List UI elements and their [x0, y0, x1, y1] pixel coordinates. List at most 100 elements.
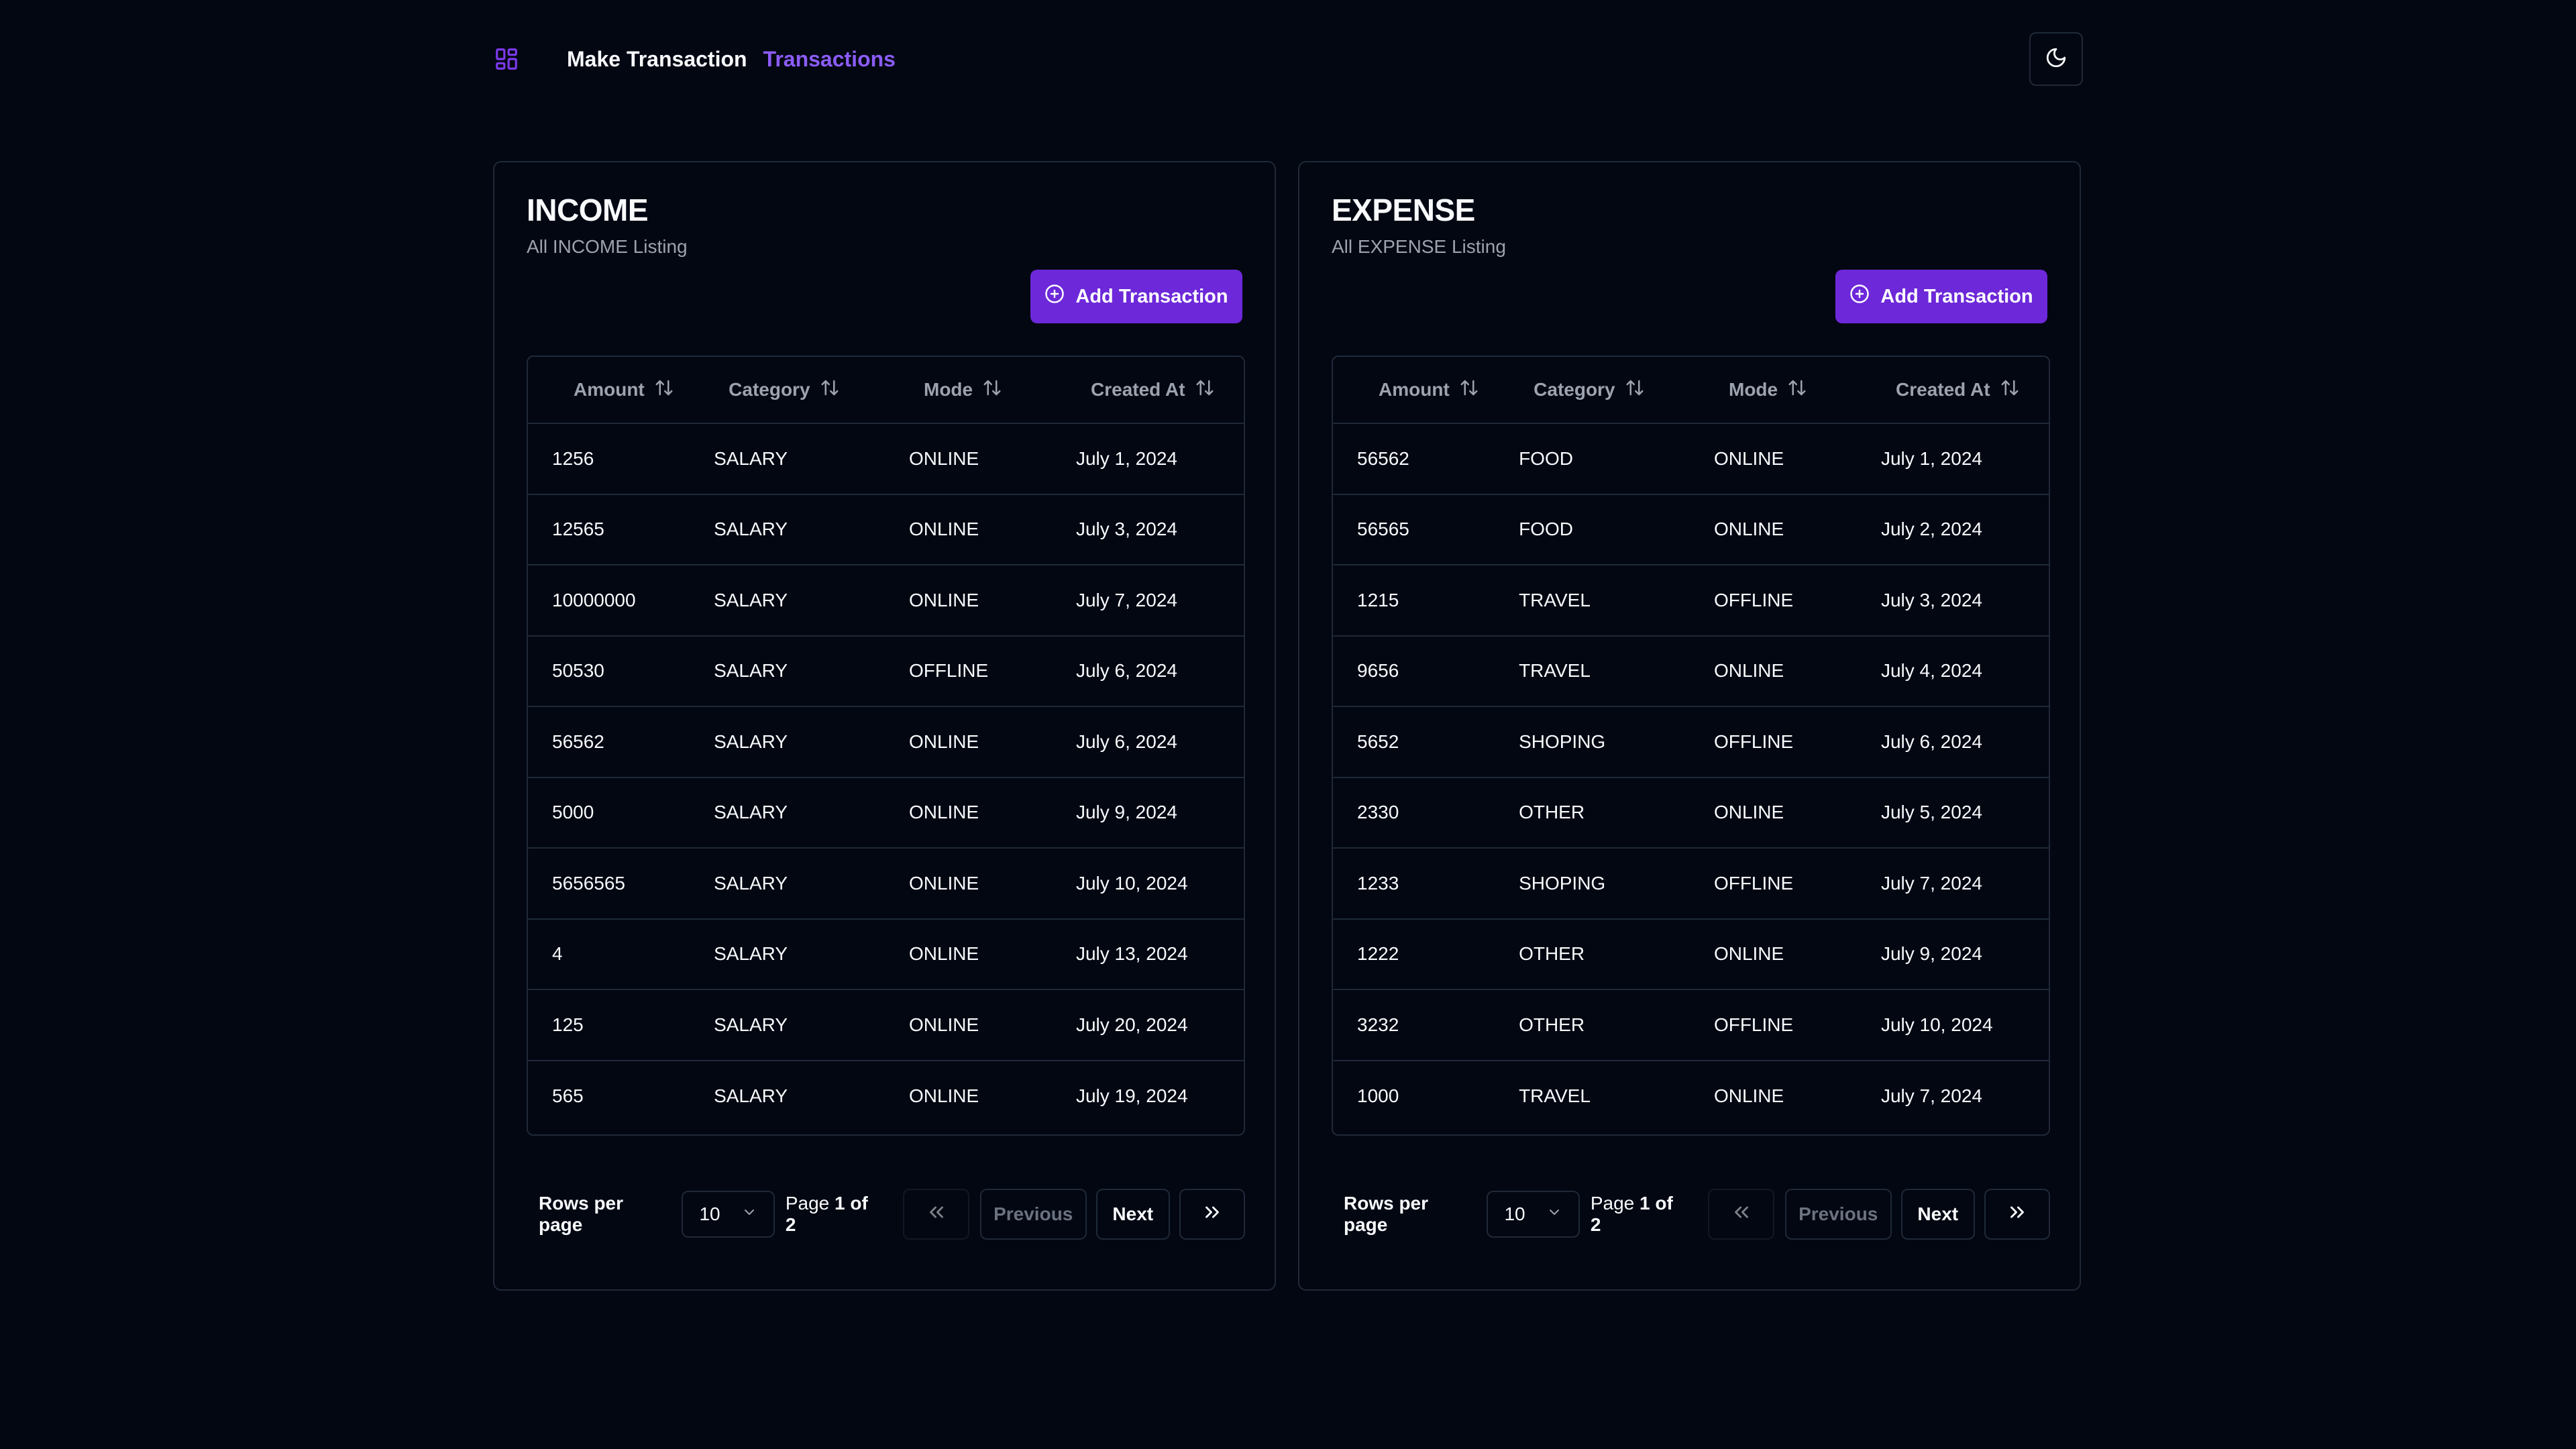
mode-cell: ONLINE [1713, 943, 1784, 965]
last-page-button[interactable] [1179, 1189, 1245, 1240]
table-row[interactable]: 50530 SALARY OFFLINE July 6, 2024 [528, 637, 1244, 707]
table-row[interactable]: 1256 SALARY ONLINE July 1, 2024 [528, 424, 1244, 495]
mode-cell: OFFLINE [1713, 872, 1794, 894]
created-at-cell: July 7, 2024 [1880, 872, 1982, 894]
arrow-up-down-icon [2000, 378, 2020, 402]
table-row[interactable]: 2330 OTHER ONLINE July 5, 2024 [1333, 778, 2049, 849]
column-label: Amount [574, 379, 645, 400]
plus-circle-icon [1849, 284, 1870, 309]
amount-cell: 2330 [1357, 802, 1399, 823]
nav-make-transaction[interactable]: Make Transaction [567, 47, 747, 72]
previous-page-button[interactable]: Previous [979, 1189, 1087, 1240]
table-row[interactable]: 56565 FOOD ONLINE July 2, 2024 [1333, 495, 2049, 566]
rows-per-page-select[interactable]: 10 [1487, 1191, 1580, 1238]
card-description: All INCOME Listing [527, 236, 688, 257]
table-row[interactable]: 56562 SALARY ONLINE July 6, 2024 [528, 707, 1244, 778]
column-label: Mode [924, 379, 973, 400]
amount-cell: 1000 [1357, 1085, 1399, 1107]
page-indicator: Page 1 of 2 [1591, 1193, 1687, 1236]
add-transaction-button[interactable]: Add Transaction [1835, 270, 2047, 323]
arrow-up-down-icon [654, 378, 674, 402]
table-row[interactable]: 56562 FOOD ONLINE July 1, 2024 [1333, 424, 2049, 495]
mode-cell: ONLINE [908, 519, 979, 540]
table-header: Amount Category Mode Created At [1333, 357, 2049, 424]
sort-mode-button[interactable]: Mode [924, 378, 1002, 402]
created-at-cell: July 7, 2024 [1075, 589, 1177, 610]
category-cell: SHOPING [1519, 872, 1606, 894]
page-indicator: Page 1 of 2 [786, 1193, 882, 1236]
sort-mode-button[interactable]: Mode [1729, 378, 1807, 402]
add-transaction-button[interactable]: Add Transaction [1030, 270, 1242, 323]
rows-per-page-label: Rows per page [539, 1193, 624, 1235]
table-row[interactable]: 10000000 SALARY ONLINE July 7, 2024 [528, 566, 1244, 637]
first-page-button[interactable] [1708, 1189, 1774, 1240]
previous-page-button[interactable]: Previous [1784, 1189, 1892, 1240]
theme-toggle-button[interactable] [2029, 32, 2083, 86]
mode-cell: ONLINE [908, 872, 979, 894]
last-page-button[interactable] [1984, 1189, 2050, 1240]
sort-created-at-button[interactable]: Created At [1091, 378, 1215, 402]
column-label: Mode [1729, 379, 1778, 400]
nav-transactions[interactable]: Transactions [763, 47, 896, 72]
mode-cell: OFFLINE [1713, 589, 1794, 610]
table-header: Amount Category Mode Created At [528, 357, 1244, 424]
category-cell: OTHER [1519, 1014, 1585, 1035]
rows-per-page-value: 10 [699, 1203, 720, 1224]
table-row[interactable]: 9656 TRAVEL ONLINE July 4, 2024 [1333, 637, 2049, 707]
first-page-button[interactable] [903, 1189, 969, 1240]
amount-cell: 3232 [1357, 1014, 1399, 1035]
table-row[interactable]: 1233 SHOPING OFFLINE July 7, 2024 [1333, 849, 2049, 920]
table-row[interactable]: 5652 SHOPING OFFLINE July 6, 2024 [1333, 707, 2049, 778]
created-at-cell: July 9, 2024 [1075, 802, 1177, 823]
add-transaction-label: Add Transaction [1075, 285, 1228, 307]
layout-grid-icon[interactable] [493, 46, 520, 72]
rows-per-page-select[interactable]: 10 [682, 1191, 775, 1238]
sort-amount-button[interactable]: Amount [574, 378, 674, 402]
income-card: INCOME All INCOME Listing Add Transactio… [493, 161, 1276, 1291]
category-cell: SALARY [714, 1014, 788, 1035]
mode-cell: ONLINE [1713, 519, 1784, 540]
amount-cell: 1222 [1357, 943, 1399, 965]
created-at-cell: July 1, 2024 [1880, 447, 1982, 469]
add-transaction-label: Add Transaction [1880, 285, 2033, 307]
mode-cell: ONLINE [908, 1014, 979, 1035]
category-cell: FOOD [1519, 519, 1573, 540]
arrow-up-down-icon [1787, 378, 1807, 402]
amount-cell: 5000 [552, 802, 594, 823]
created-at-cell: July 10, 2024 [1075, 872, 1188, 894]
amount-cell: 1233 [1357, 872, 1399, 894]
table-row[interactable]: 1215 TRAVEL OFFLINE July 3, 2024 [1333, 566, 2049, 637]
arrow-up-down-icon [1195, 378, 1215, 402]
table-row[interactable]: 3232 OTHER OFFLINE July 10, 2024 [1333, 990, 2049, 1061]
sort-category-button[interactable]: Category [729, 378, 839, 402]
arrow-up-down-icon [820, 378, 840, 402]
created-at-cell: July 19, 2024 [1075, 1085, 1188, 1107]
category-cell: SALARY [714, 802, 788, 823]
mode-cell: ONLINE [908, 943, 979, 965]
next-page-button[interactable]: Next [1095, 1189, 1170, 1240]
category-cell: OTHER [1519, 802, 1585, 823]
table-row[interactable]: 125 SALARY ONLINE July 20, 2024 [528, 990, 1244, 1061]
table-row[interactable]: 565 SALARY ONLINE July 19, 2024 [528, 1061, 1244, 1132]
category-cell: SALARY [714, 731, 788, 752]
moon-icon [2045, 46, 2068, 72]
sort-category-button[interactable]: Category [1534, 378, 1644, 402]
table-row[interactable]: 5000 SALARY ONLINE July 9, 2024 [528, 778, 1244, 849]
sort-amount-button[interactable]: Amount [1379, 378, 1479, 402]
table-row[interactable]: 12565 SALARY ONLINE July 3, 2024 [528, 495, 1244, 566]
chevrons-right-icon [1201, 1201, 1224, 1228]
table-row[interactable]: 1000 TRAVEL ONLINE July 7, 2024 [1333, 1061, 2049, 1132]
category-cell: SHOPING [1519, 731, 1606, 752]
mode-cell: ONLINE [908, 1085, 979, 1107]
amount-cell: 12565 [552, 519, 604, 540]
sort-created-at-button[interactable]: Created At [1896, 378, 2020, 402]
created-at-cell: July 6, 2024 [1075, 731, 1177, 752]
pagination: Rows per page 10 Page 1 of 2 Previous Ne… [1332, 1189, 2050, 1240]
created-at-cell: July 2, 2024 [1880, 519, 1982, 540]
next-page-button[interactable]: Next [1900, 1189, 1975, 1240]
column-label: Amount [1379, 379, 1450, 400]
table-row[interactable]: 1222 OTHER ONLINE July 9, 2024 [1333, 920, 2049, 990]
table-row[interactable]: 5656565 SALARY ONLINE July 10, 2024 [528, 849, 1244, 920]
category-cell: TRAVEL [1519, 660, 1591, 682]
table-row[interactable]: 4 SALARY ONLINE July 13, 2024 [528, 920, 1244, 990]
